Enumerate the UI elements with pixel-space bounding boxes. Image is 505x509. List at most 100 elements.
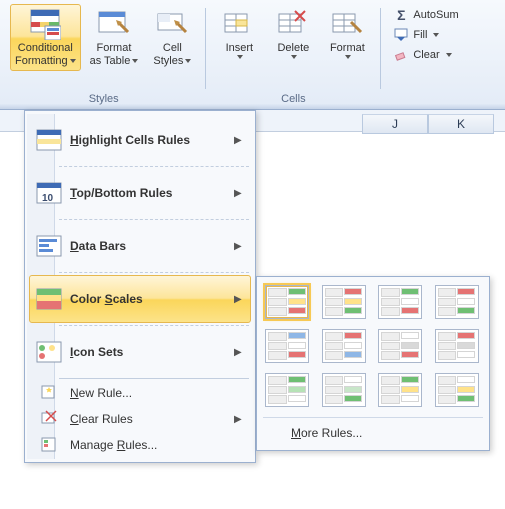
mi-highlight-rest: ighlight Cells Rules xyxy=(79,133,190,147)
chevron-down-icon xyxy=(132,59,138,63)
mi-databars-rest: ata Bars xyxy=(79,239,126,253)
conditional-formatting-l2: Formatting xyxy=(15,55,68,67)
conditional-formatting-icon xyxy=(29,8,61,40)
new-rule-icon xyxy=(34,384,64,402)
manage-rules-icon xyxy=(34,436,64,454)
format-button[interactable]: Format xyxy=(322,4,372,63)
color-scale-option[interactable] xyxy=(322,329,366,363)
mi-colorscales-pre: Color xyxy=(70,292,105,306)
format-as-table-icon xyxy=(98,8,130,40)
chevron-down-icon xyxy=(433,33,439,37)
color-scale-option[interactable] xyxy=(378,329,422,363)
group-divider xyxy=(205,8,206,89)
fill-label: Fill xyxy=(413,29,427,41)
group-divider xyxy=(380,8,381,89)
mi-manage-rest: ules... xyxy=(125,438,157,452)
clear-button[interactable]: Clear xyxy=(389,46,462,64)
highlight-rules-icon xyxy=(34,127,64,153)
data-bars-icon xyxy=(34,233,64,259)
color-scales-submenu: More Rules... xyxy=(256,276,490,451)
chevron-right-icon: ▶ xyxy=(234,414,244,425)
conditional-formatting-l1: Conditional xyxy=(18,42,73,55)
cell-styles-l1: Cell xyxy=(163,42,182,55)
cell-styles-icon xyxy=(156,8,188,40)
color-scale-option[interactable] xyxy=(322,285,366,319)
cell-styles-button[interactable]: Cell Styles xyxy=(147,4,197,71)
editing-group: Σ AutoSum Fill Clear xyxy=(385,4,466,107)
fill-down-icon xyxy=(393,27,409,43)
delete-cells-icon xyxy=(277,8,309,40)
styles-group-label: Styles xyxy=(6,93,201,105)
top-bottom-icon: 10 xyxy=(34,180,64,206)
autosum-button[interactable]: Σ AutoSum xyxy=(389,6,462,24)
insert-label: Insert xyxy=(226,42,254,55)
chevron-right-icon: ▶ xyxy=(234,241,244,252)
svg-text:10: 10 xyxy=(42,193,54,204)
chevron-right-icon: ▶ xyxy=(234,347,244,358)
menu-separator xyxy=(59,272,249,273)
icon-sets-icon xyxy=(34,339,64,365)
autosum-label: AutoSum xyxy=(413,9,458,21)
color-scale-option[interactable] xyxy=(435,285,479,319)
color-scale-option[interactable] xyxy=(378,373,422,407)
chevron-down-icon xyxy=(291,55,297,59)
chevron-down-icon xyxy=(446,53,452,57)
color-scale-grid xyxy=(263,283,483,409)
chevron-down-icon xyxy=(185,59,191,63)
menu-highlight-cells-rules[interactable]: Highlight Cells Rules ▶ xyxy=(29,116,251,164)
color-scale-option[interactable] xyxy=(322,373,366,407)
menu-separator xyxy=(59,378,249,379)
conditional-formatting-menu: Highlight Cells Rules ▶ 10 Top/Bottom Ru… xyxy=(24,110,256,463)
mi-clear-rest: lear Rules xyxy=(79,412,133,426)
menu-separator xyxy=(59,325,249,326)
chevron-down-icon xyxy=(237,55,243,59)
cell-styles-l2: Styles xyxy=(153,55,183,67)
chevron-right-icon: ▶ xyxy=(234,188,244,199)
column-header-j[interactable]: J xyxy=(362,114,428,134)
color-scale-option[interactable] xyxy=(435,373,479,407)
chevron-right-icon: ▶ xyxy=(234,294,244,305)
delete-button[interactable]: Delete xyxy=(268,4,318,63)
menu-clear-rules[interactable]: Clear Rules ▶ xyxy=(29,407,251,431)
color-scale-option[interactable] xyxy=(265,329,309,363)
insert-button[interactable]: Insert xyxy=(214,4,264,63)
menu-new-rule[interactable]: New Rule... xyxy=(29,381,251,405)
delete-label: Delete xyxy=(277,42,309,55)
mi-colorscales-rest: cales xyxy=(113,292,143,306)
mi-newrule-rest: ew Rule... xyxy=(79,386,132,400)
color-scale-option[interactable] xyxy=(265,285,309,319)
eraser-icon xyxy=(393,47,409,63)
clear-rules-icon xyxy=(34,410,64,428)
format-label: Format xyxy=(330,42,365,55)
styles-group: Conditional Formatting Format as Table C… xyxy=(6,4,201,107)
chevron-down-icon xyxy=(345,55,351,59)
conditional-formatting-button[interactable]: Conditional Formatting xyxy=(10,4,81,71)
ribbon: Conditional Formatting Format as Table C… xyxy=(0,0,505,110)
menu-data-bars[interactable]: Data Bars ▶ xyxy=(29,222,251,270)
submenu-separator xyxy=(263,417,483,418)
menu-separator xyxy=(59,166,249,167)
menu-manage-rules[interactable]: Manage Rules... xyxy=(29,433,251,457)
mi-manage-pre: Manage xyxy=(70,438,117,452)
format-as-table-l2: as Table xyxy=(90,55,131,67)
insert-cells-icon xyxy=(223,8,255,40)
color-scales-icon xyxy=(34,286,64,312)
fill-button[interactable]: Fill xyxy=(389,26,462,44)
mi-topbottom-rest: op/Bottom Rules xyxy=(76,186,172,200)
column-header-k[interactable]: K xyxy=(428,114,494,134)
more-rules-item[interactable]: More Rules... xyxy=(263,422,483,444)
menu-icon-sets[interactable]: Icon Sets ▶ xyxy=(29,328,251,376)
menu-top-bottom-rules[interactable]: 10 Top/Bottom Rules ▶ xyxy=(29,169,251,217)
color-scale-option[interactable] xyxy=(435,329,479,363)
mi-iconsets-rest: con Sets xyxy=(73,345,123,359)
color-scale-option[interactable] xyxy=(265,373,309,407)
cells-group-label: Cells xyxy=(210,93,376,105)
cells-group: Insert Delete Format Cells xyxy=(210,4,376,107)
color-scale-option[interactable] xyxy=(378,285,422,319)
more-rules-rest: ore Rules... xyxy=(301,426,362,440)
sigma-icon: Σ xyxy=(393,7,409,23)
menu-separator xyxy=(59,219,249,220)
menu-color-scales[interactable]: Color Scales ▶ xyxy=(29,275,251,323)
chevron-down-icon xyxy=(70,59,76,63)
format-as-table-button[interactable]: Format as Table xyxy=(85,4,144,71)
